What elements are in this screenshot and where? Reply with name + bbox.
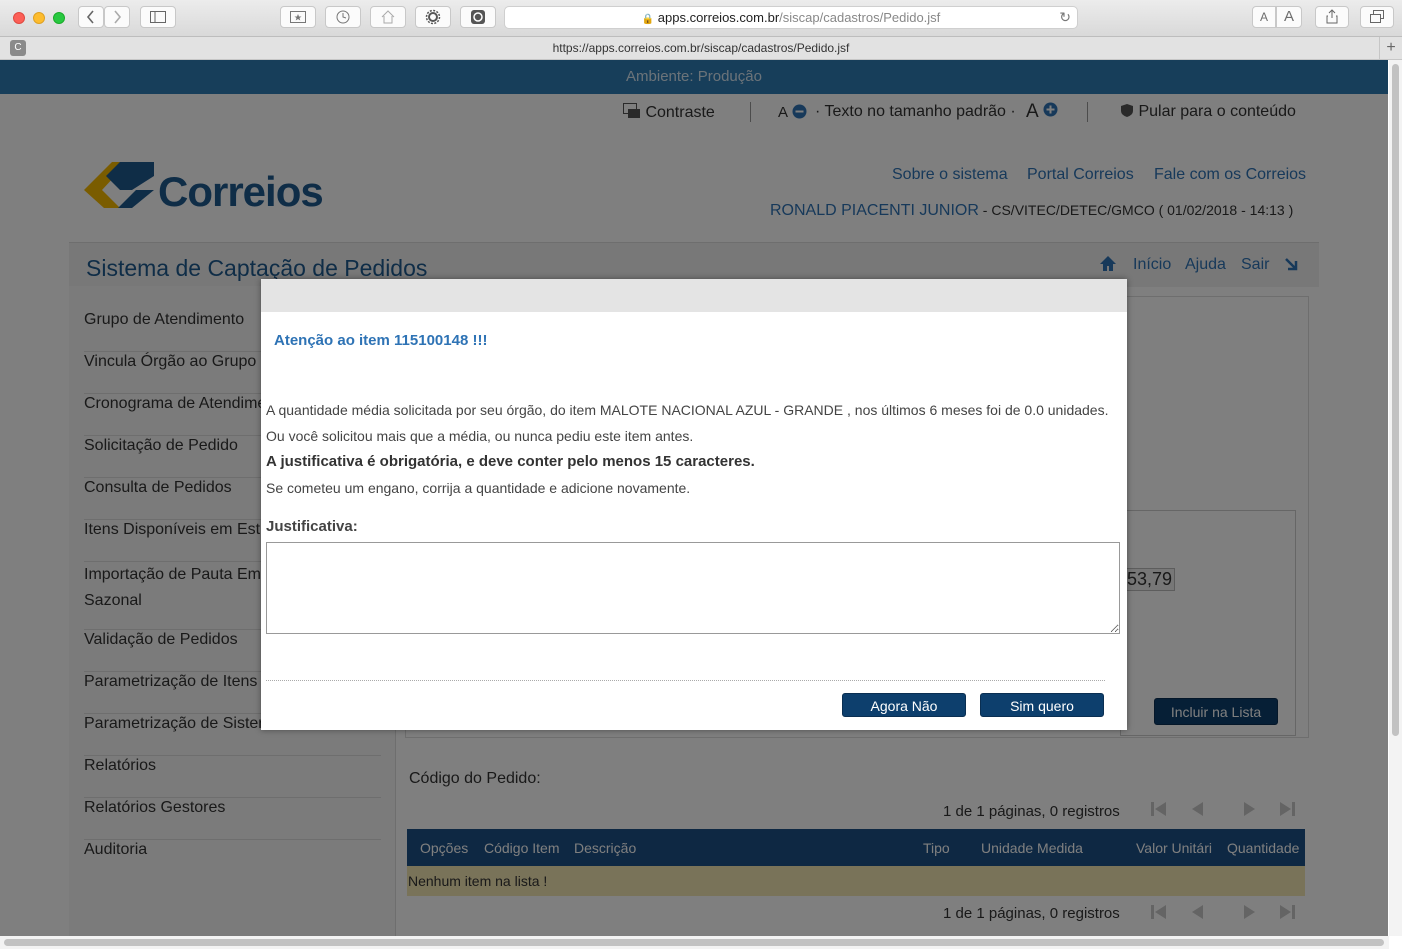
url-path: /siscap/cadastros/Pedido.jsf: [779, 10, 941, 25]
font-larger-button[interactable]: A: [1276, 6, 1302, 28]
share-button[interactable]: [1315, 6, 1349, 28]
chevron-right-icon: [114, 10, 122, 24]
gear-icon: [425, 9, 441, 25]
vertical-scroll-thumb[interactable]: [1392, 64, 1399, 736]
home-icon: [381, 10, 395, 24]
star-icon: [290, 11, 306, 23]
extension-button[interactable]: [460, 6, 496, 28]
yes-button[interactable]: Sim quero: [980, 693, 1104, 717]
sidebar-icon: [150, 11, 166, 23]
forward-button[interactable]: [104, 6, 130, 28]
justification-label: Justificativa:: [266, 518, 358, 535]
dialog-header[interactable]: [261, 279, 1127, 312]
url-host: apps.correios.com.br: [657, 10, 780, 25]
clock-icon: [336, 10, 350, 24]
not-now-button[interactable]: Agora Não: [842, 693, 966, 717]
horizontal-scroll-thumb[interactable]: [4, 939, 1384, 946]
justification-textarea[interactable]: [266, 542, 1120, 634]
font-larger-label: A: [1283, 8, 1294, 25]
tabs-overview-button[interactable]: [1360, 6, 1394, 28]
reload-icon[interactable]: ↻: [1059, 7, 1071, 28]
dialog-separator: [266, 680, 1105, 681]
home-button[interactable]: [370, 6, 406, 28]
vertical-scrollbar[interactable]: [1389, 60, 1402, 936]
top-sites-button[interactable]: [280, 6, 316, 28]
browser-toolbar: 🔒 apps.correios.com.br/siscap/cadastros/…: [0, 0, 1402, 37]
tabs-icon: [1370, 10, 1384, 23]
dialog-average-message: A quantidade média solicitada por seu ór…: [266, 402, 1109, 418]
address-bar[interactable]: 🔒 apps.correios.com.br/siscap/cadastros/…: [504, 6, 1078, 29]
font-smaller-button[interactable]: A: [1252, 6, 1276, 28]
settings-button[interactable]: [415, 6, 451, 28]
history-button[interactable]: [325, 6, 361, 28]
tab-bar: C https://apps.correios.com.br/siscap/ca…: [0, 37, 1402, 60]
maximize-window-button[interactable]: [53, 12, 65, 24]
back-button[interactable]: [78, 6, 104, 28]
chevron-left-icon: [86, 10, 94, 24]
new-tab-button[interactable]: +: [1379, 37, 1402, 59]
horizontal-scrollbar[interactable]: [0, 936, 1389, 949]
font-smaller-label: A: [1259, 10, 1268, 24]
justification-dialog: Atenção ao item 115100148 !!! A quantida…: [261, 279, 1127, 730]
share-icon: [1326, 9, 1338, 24]
minimize-window-button[interactable]: [33, 12, 45, 24]
dialog-required-message: A justificativa é obrigatória, e deve co…: [266, 453, 755, 470]
record-icon: [471, 10, 485, 24]
tab-title[interactable]: https://apps.correios.com.br/siscap/cada…: [553, 41, 850, 55]
tab-favicon: C: [10, 40, 26, 56]
close-window-button[interactable]: [13, 12, 25, 24]
dialog-mistake-message: Se cometeu um engano, corrija a quantida…: [266, 480, 691, 496]
sidebar-toggle-button[interactable]: [140, 6, 176, 28]
dialog-above-average-message: Ou você solicitou mais que a média, ou n…: [266, 428, 694, 444]
lock-icon: 🔒: [641, 14, 655, 25]
dialog-title: Atenção ao item 115100148 !!!: [274, 332, 488, 349]
